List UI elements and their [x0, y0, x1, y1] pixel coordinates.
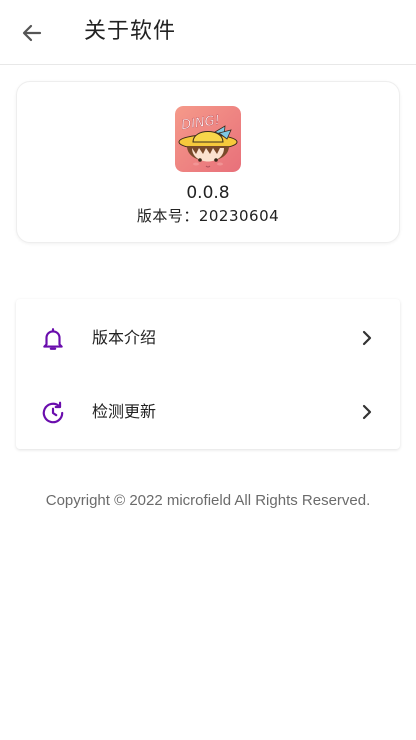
bell-icon: [43, 328, 63, 350]
menu-item-version-intro[interactable]: 版本介绍: [16, 301, 400, 375]
top-app-bar: 关于软件: [0, 0, 416, 65]
app-info-card: DING! 0.0.8 版本号：20230604: [16, 81, 400, 243]
about-page: 关于软件 DING! 0.0.8 版本号：20230604 版本介绍 检测更新 …: [0, 0, 416, 740]
app-version: 0.0.8: [186, 183, 230, 203]
menu-item-label: 版本介绍: [92, 328, 157, 347]
update-clock-icon: [42, 401, 64, 424]
copyright-text: Copyright © 2022 microfield All Rights R…: [45, 492, 371, 509]
chevron-right-icon: [362, 404, 372, 420]
menu-card: 版本介绍 检测更新: [16, 299, 400, 449]
page-title: 关于软件: [84, 19, 177, 44]
chevron-right-icon: [362, 330, 372, 346]
app-logo: DING!: [175, 106, 241, 172]
app-build-number: 版本号：20230604: [136, 207, 280, 225]
menu-item-check-update[interactable]: 检测更新: [16, 375, 400, 449]
back-button[interactable]: [10, 13, 54, 53]
menu-item-label: 检测更新: [92, 402, 157, 421]
arrow-left-icon: [22, 24, 42, 42]
